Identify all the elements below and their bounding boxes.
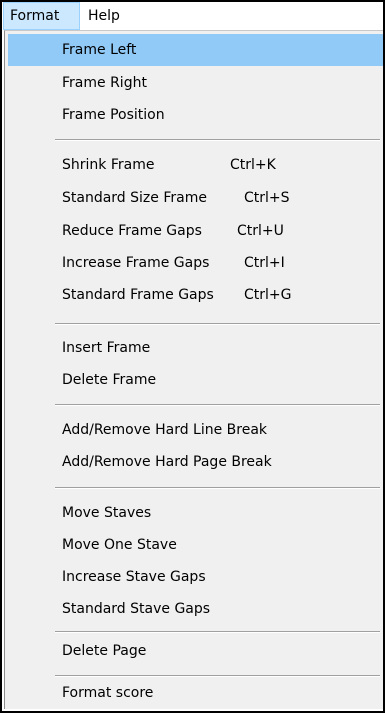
menu-item-label: Move Staves [62,505,152,521]
menu-item-label: Delete Frame [62,372,157,388]
menu-item-increase-frame-gaps[interactable]: Increase Frame Gaps Ctrl+I [8,247,383,279]
menu-format[interactable]: Format [3,2,80,30]
menu-item-insert-frame[interactable]: Insert Frame [8,332,383,364]
menu-item-format-score[interactable]: Format score [8,677,383,709]
app-window: Format Help Frame Left Frame Right Frame… [0,0,385,713]
menu-item-shortcut: Ctrl+I [244,255,285,271]
menu-item-label: Increase Stave Gaps [62,569,206,585]
menu-help[interactable]: Help [82,2,132,30]
menu-item-delete-page[interactable]: Delete Page [8,635,383,667]
menu-item-label: Standard Frame Gaps [62,287,214,303]
menu-item-reduce-frame-gaps[interactable]: Reduce Frame Gaps Ctrl+U [8,215,383,247]
menu-item-delete-frame[interactable]: Delete Frame [8,364,383,396]
menu-item-label: Add/Remove Hard Line Break [62,422,268,438]
menu-item-label: Frame Left [62,42,137,58]
menu-item-frame-position[interactable]: Frame Position [8,99,383,131]
menu-separator [55,404,380,406]
format-dropdown-menu: Frame Left Frame Right Frame Position Sh… [4,30,383,709]
menu-item-shrink-frame[interactable]: Shrink Frame Ctrl+K [8,149,383,181]
menu-item-label: Reduce Frame Gaps [62,223,202,239]
menu-item-label: Increase Frame Gaps [62,255,210,271]
menu-item-label: Add/Remove Hard Page Break [62,454,272,470]
menu-item-label: Shrink Frame [62,157,155,173]
menu-item-label: Insert Frame [62,340,151,356]
menu-separator [55,323,380,325]
menu-item-label: Standard Size Frame [62,190,207,206]
menu-item-increase-stave-gaps[interactable]: Increase Stave Gaps [8,561,383,593]
menu-separator [55,139,380,141]
menu-item-shortcut: Ctrl+K [230,157,276,173]
menu-item-label: Standard Stave Gaps [62,601,211,617]
menu-item-shortcut: Ctrl+U [237,223,284,239]
menu-item-label: Format score [62,685,154,701]
menu-item-move-staves[interactable]: Move Staves [8,497,383,529]
menu-item-shortcut: Ctrl+S [244,190,290,206]
menu-item-frame-right[interactable]: Frame Right [8,67,383,99]
menu-item-standard-size-frame[interactable]: Standard Size Frame Ctrl+S [8,182,383,214]
menu-item-add-remove-hard-page-break[interactable]: Add/Remove Hard Page Break [8,446,383,478]
menu-item-label: Frame Position [62,107,165,123]
menu-item-move-one-stave[interactable]: Move One Stave [8,529,383,561]
menu-item-label: Delete Page [62,643,147,659]
menu-item-standard-frame-gaps[interactable]: Standard Frame Gaps Ctrl+G [8,279,383,311]
menu-item-standard-stave-gaps[interactable]: Standard Stave Gaps [8,593,383,625]
menu-item-label: Move One Stave [62,537,177,553]
menu-item-add-remove-hard-line-break[interactable]: Add/Remove Hard Line Break [8,414,383,446]
menu-item-shortcut: Ctrl+G [244,287,292,303]
menu-separator [55,631,380,633]
menu-separator [55,487,380,489]
menu-bar: Format Help [2,2,383,30]
menu-item-frame-left[interactable]: Frame Left [8,34,383,66]
menu-item-label: Frame Right [62,75,147,91]
